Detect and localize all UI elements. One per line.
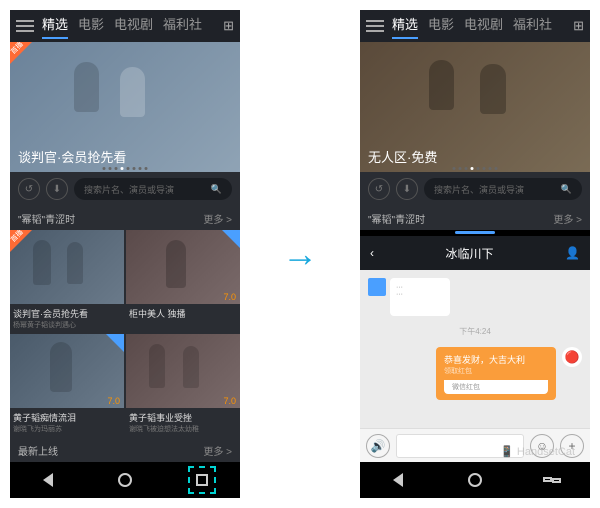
section-title: 最新上线 [18, 443, 58, 458]
video-card[interactable]: 7.0 柜中美人 独播 [126, 230, 240, 334]
envelope-footer: 微信红包 [444, 380, 548, 394]
avatar: 🔴 [562, 347, 582, 367]
searchbar: ↺ ⬇ 搜索片名、演员或导演🔍 [360, 172, 590, 206]
more-link[interactable]: 更多 > [553, 211, 582, 226]
tab-welfare[interactable]: 福利社 [163, 14, 202, 39]
download-icon[interactable]: ⬇ [46, 178, 68, 200]
tab-featured[interactable]: 精选 [392, 14, 418, 39]
topbar: 精选 电影 电视剧 福利社 ⊞ [10, 10, 240, 42]
nav-home-icon[interactable] [116, 471, 134, 489]
card-row-1: 首播 谈判官·会员抢先看 杨幂黄子韬谈判遇心 7.0 柜中美人 独播 [10, 230, 240, 334]
card-row-2: 7.0 黄子韬痴情流泪 谢晓飞为玛丽苏 7.0 黄子韬事业受挫 谢晓飞被迫想法太… [10, 334, 240, 438]
back-icon[interactable]: ‹ [370, 246, 374, 260]
hero-banner[interactable]: 首播 谈判官·会员抢先看 [10, 42, 240, 172]
tab-welfare[interactable]: 福利社 [513, 14, 552, 39]
nav-recent-icon[interactable] [193, 471, 211, 489]
section-head-1: "幂韬"青涩时 更多 > [10, 206, 240, 230]
phone-left: 精选 电影 电视剧 福利社 ⊞ 首播 谈判官·会员抢先看 ↺ ⬇ 搜索片名、演员… [10, 10, 240, 498]
topbar: 精选 电影 电视剧 福利社 ⊞ [360, 10, 590, 42]
envelope-title: 恭喜发财，大吉大利 [444, 353, 548, 366]
nav-home-icon[interactable] [466, 471, 484, 489]
history-icon[interactable]: ↺ [368, 178, 390, 200]
avatar [368, 278, 386, 296]
timestamp: 下午4:24 [368, 326, 582, 337]
tab-tv[interactable]: 电视剧 [464, 14, 503, 39]
search-icon: 🔍 [211, 184, 222, 195]
tab-movies[interactable]: 电影 [78, 14, 104, 39]
hero-banner[interactable]: 无人区·免费 [360, 42, 590, 172]
profile-icon[interactable]: 👤 [565, 246, 580, 260]
watermark: 📱HandsetCat [500, 445, 575, 458]
chat-header: ‹ 冰临川下 👤 [360, 236, 590, 270]
history-icon[interactable]: ↺ [18, 178, 40, 200]
voice-icon[interactable]: 🔊 [366, 434, 390, 458]
navbar [360, 462, 590, 498]
hero-title: 谈判官·会员抢先看 [18, 147, 126, 166]
nav-split-icon[interactable] [543, 471, 561, 489]
grid-icon[interactable]: ⊞ [573, 18, 584, 34]
section-title: "幂韬"青涩时 [368, 211, 425, 226]
red-envelope[interactable]: 恭喜发财，大吉大利 领取红包 微信红包 🔴 [368, 347, 582, 400]
hero-title: 无人区·免费 [368, 147, 437, 166]
menu-icon[interactable] [16, 20, 34, 32]
searchbar: ↺ ⬇ 搜索片名、演员或导演🔍 [10, 172, 240, 206]
pager-dots [453, 167, 498, 170]
section-head-1: "幂韬"青涩时 更多 > [360, 206, 590, 230]
section-head-2: 最新上线 更多 > [10, 438, 240, 462]
navbar [10, 462, 240, 498]
nav-back-icon[interactable] [389, 471, 407, 489]
tab-movies[interactable]: 电影 [428, 14, 454, 39]
video-card[interactable]: 7.0 黄子韬事业受挫 谢晓飞被迫想法太幼稚 [126, 334, 240, 438]
section-title: "幂韬"青涩时 [18, 211, 75, 226]
tabs: 精选 电影 电视剧 福利社 [42, 14, 223, 39]
video-card[interactable]: 首播 谈判官·会员抢先看 杨幂黄子韬谈判遇心 [10, 230, 124, 334]
tab-tv[interactable]: 电视剧 [114, 14, 153, 39]
split-handle[interactable] [360, 230, 590, 236]
search-input[interactable]: 搜索片名、演员或导演🔍 [74, 178, 232, 200]
grid-icon[interactable]: ⊞ [223, 18, 234, 34]
download-icon[interactable]: ⬇ [396, 178, 418, 200]
chat-title: 冰临川下 [446, 245, 494, 262]
tabs: 精选 电影 电视剧 福利社 [392, 14, 573, 39]
pager-dots [103, 167, 148, 170]
nav-back-icon[interactable] [39, 471, 57, 489]
video-card[interactable]: 7.0 黄子韬痴情流泪 谢晓飞为玛丽苏 [10, 334, 124, 438]
more-link[interactable]: 更多 > [203, 211, 232, 226]
chat-body[interactable]: ······ 下午4:24 恭喜发财，大吉大利 领取红包 微信红包 🔴 [360, 270, 590, 428]
chat-app: ‹ 冰临川下 👤 ······ 下午4:24 恭喜发财，大吉大利 领取红包 微信… [360, 236, 590, 462]
message-left[interactable]: ······ [390, 278, 450, 316]
menu-icon[interactable] [366, 20, 384, 32]
search-input[interactable]: 搜索片名、演员或导演🔍 [424, 178, 582, 200]
phone-right: 精选 电影 电视剧 福利社 ⊞ 无人区·免费 ↺ ⬇ 搜索片名、演员或导演🔍 "… [360, 10, 590, 498]
search-icon: 🔍 [561, 184, 572, 195]
envelope-subtitle: 领取红包 [444, 366, 548, 376]
more-link[interactable]: 更多 > [203, 443, 232, 458]
arrow-icon: → [282, 233, 318, 275]
tab-featured[interactable]: 精选 [42, 14, 68, 39]
